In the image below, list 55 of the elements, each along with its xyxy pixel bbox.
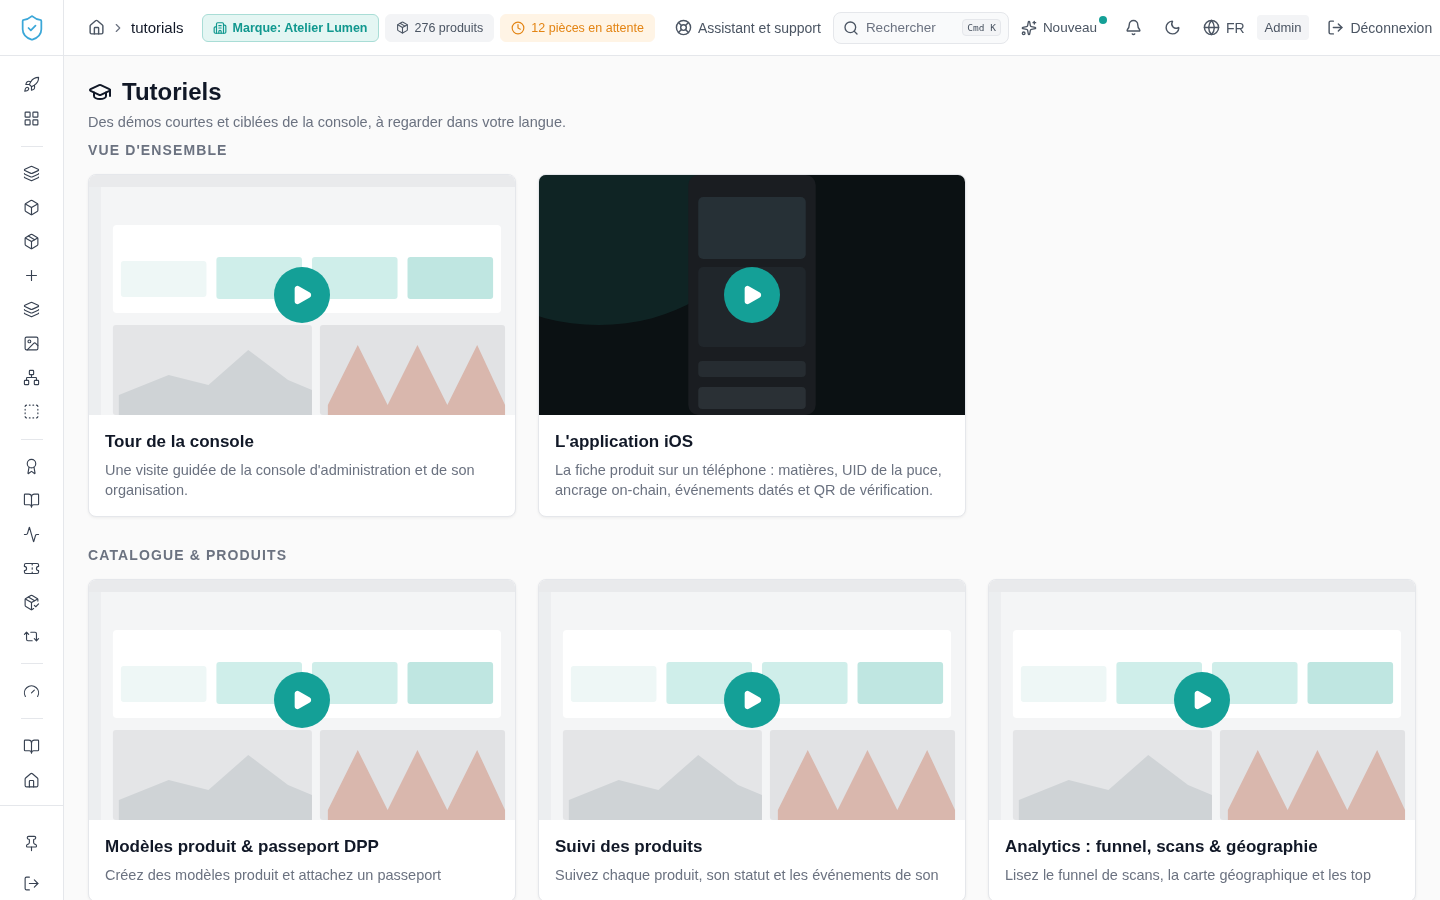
bell-icon	[1124, 19, 1142, 36]
products-badge: 276 produits	[384, 13, 495, 42]
box-icon	[395, 21, 409, 34]
moon-icon	[1163, 19, 1181, 36]
logout-icon	[1327, 19, 1345, 36]
globe-icon	[1202, 19, 1220, 36]
page-subtitle: Des démos courtes et ciblées de la console, à regarder dans votre langue.	[88, 114, 567, 130]
support-button[interactable]: Assistant et support	[668, 13, 827, 42]
language-button[interactable]: FR	[1196, 13, 1251, 42]
card-description: La fiche produit sur un téléphone : matières, UID de la puce, ancrage on-chain, événements datés et QR de vérification.	[555, 461, 943, 500]
pending-badge: 12 pièces en attente	[500, 13, 655, 42]
breadcrumb-current: tutorials	[131, 19, 184, 36]
tutorial-card[interactable]: L'application iOS La fiche produit sur un téléphone : matières, UID de la puce, ancrage on-chain, événements datés et QR de vérification.	[538, 174, 966, 517]
card-title: Tour de la console	[105, 432, 255, 452]
building-icon	[212, 20, 227, 35]
book-icon	[23, 491, 40, 509]
box-icon	[23, 199, 40, 217]
pin-icon	[23, 834, 40, 852]
lifebuoy-icon	[674, 19, 692, 36]
card-title: Modèles produit & passeport DPP	[105, 837, 380, 857]
pulse-icon	[23, 525, 40, 543]
card-title: Analytics : funnel, scans & géographie	[1005, 837, 1319, 857]
dashed-square-icon	[23, 403, 40, 421]
search-icon	[842, 19, 859, 36]
section-heading: CATALOGUE & PRODUITS	[88, 547, 289, 563]
card-title: L'application iOS	[555, 432, 695, 452]
tutorial-card[interactable]: Suivi des produits Suivez chaque produit, son statut et les événements de son	[538, 579, 966, 900]
gauge-icon	[23, 682, 40, 700]
rocket-icon	[23, 76, 40, 94]
layers-icon	[23, 301, 40, 319]
package-check-icon	[23, 593, 40, 611]
package-icon	[23, 233, 40, 251]
tutorial-card[interactable]: Analytics : funnel, scans & géographie Lisez le funnel de scans, la carte géographique et les top	[988, 579, 1416, 900]
card-description: Suivez chaque produit, son statut et les événements de son	[555, 866, 940, 885]
tutorial-card[interactable]: Modèles produit & passeport DPP Créez des modèles produit et attachez un passeport	[88, 579, 516, 900]
card-title: Suivi des produits	[555, 837, 704, 857]
new-button[interactable]: Nouveau	[1014, 13, 1109, 42]
hierarchy-icon	[23, 369, 40, 387]
card-description: Créez des modèles produit et attachez un passeport	[105, 866, 443, 885]
page-title: Tutoriels	[122, 78, 222, 106]
logout-icon	[23, 874, 40, 892]
role-tag: Admin	[1256, 15, 1310, 40]
brand-badge: Marque: Atelier Lumen	[201, 13, 379, 42]
book-icon	[23, 737, 40, 755]
sparkles-icon	[1020, 19, 1037, 36]
logout-button[interactable]: Déconnexion	[1321, 13, 1439, 42]
card-description: Une visite guidée de la console d'administration et de son organisation.	[105, 461, 476, 500]
image-icon	[23, 335, 40, 353]
grid-icon	[23, 110, 40, 128]
card-description: Lisez le funnel de scans, la carte géographique et les top	[1005, 866, 1372, 885]
section-heading: VUE D'ENSEMBLE	[88, 142, 229, 158]
clock-icon	[511, 20, 526, 35]
home-icon[interactable]	[88, 19, 105, 36]
tutorial-card[interactable]: Tour de la console Une visite guidée de la console d'administration et de son organisation.	[88, 174, 516, 517]
layers-icon	[23, 165, 40, 183]
